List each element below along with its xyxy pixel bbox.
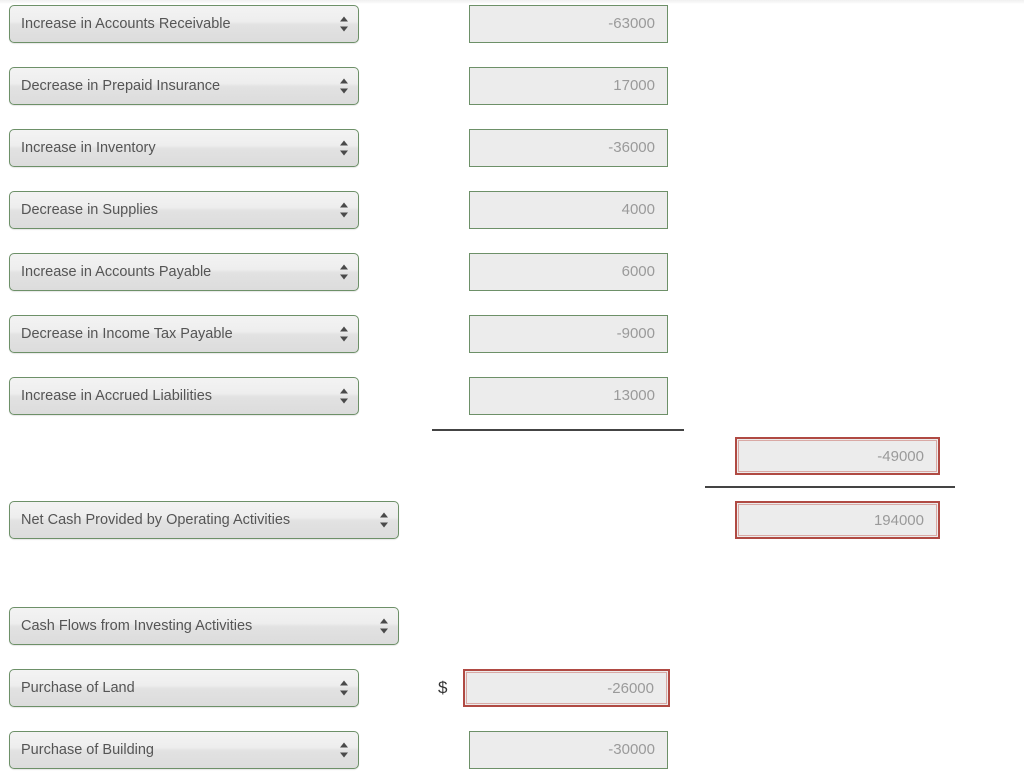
account-select-label: Increase in Inventory [21, 140, 156, 156]
adjustment-row: Increase in Accounts Payable 6000 [0, 253, 1024, 297]
net-cash-operating-select[interactable]: Net Cash Provided by Operating Activitie… [9, 501, 399, 539]
adjustments-total-input[interactable]: -49000 [735, 437, 940, 475]
account-select[interactable]: Decrease in Prepaid Insurance [9, 67, 359, 105]
currency-symbol: $ [438, 678, 448, 697]
account-select-label: Decrease in Income Tax Payable [21, 326, 233, 342]
account-select[interactable]: Increase in Accounts Payable [9, 253, 359, 291]
account-select-label: Purchase of Building [21, 742, 154, 758]
account-select[interactable]: Decrease in Supplies [9, 191, 359, 229]
investing-section-header-label: Cash Flows from Investing Activities [21, 618, 253, 634]
account-select-label: Increase in Accrued Liabilities [21, 388, 213, 404]
amount-input[interactable]: 17000 [469, 67, 668, 105]
amount-input[interactable]: 6000 [469, 253, 668, 291]
net-cash-rule [705, 486, 955, 488]
account-select[interactable]: Decrease in Income Tax Payable [9, 315, 359, 353]
updown-caret-icon [340, 140, 349, 157]
account-select[interactable]: Purchase of Land [9, 669, 359, 707]
account-select-label: Increase in Accounts Payable [21, 264, 212, 280]
account-select-label: Increase in Accounts Receivable [21, 16, 231, 32]
adjustments-subtotal-rule [432, 429, 684, 431]
account-select[interactable]: Increase in Accrued Liabilities [9, 377, 359, 415]
cash-flow-worksheet: Increase in Accounts Receivable -63000 D… [0, 0, 1024, 778]
investing-row: Purchase of Land $ -26000 [0, 669, 1024, 713]
updown-caret-icon [340, 680, 349, 697]
amount-input[interactable]: -63000 [469, 5, 668, 43]
net-cash-operating-label: Net Cash Provided by Operating Activitie… [21, 512, 291, 528]
adjustment-row: Increase in Inventory -36000 [0, 129, 1024, 173]
adjustment-row: Increase in Accounts Receivable -63000 [0, 5, 1024, 49]
investing-section-header-select[interactable]: Cash Flows from Investing Activities [9, 607, 399, 645]
account-select-label: Purchase of Land [21, 680, 135, 696]
amount-input[interactable]: -9000 [469, 315, 668, 353]
updown-caret-icon [340, 16, 349, 33]
amount-input[interactable]: -26000 [463, 669, 670, 707]
amount-input[interactable]: 13000 [469, 377, 668, 415]
investing-row: Purchase of Building -30000 [0, 731, 1024, 775]
adjustment-row: Decrease in Income Tax Payable -9000 [0, 315, 1024, 359]
account-select-label: Decrease in Prepaid Insurance [21, 78, 221, 94]
account-select[interactable]: Purchase of Building [9, 731, 359, 769]
account-select[interactable]: Increase in Inventory [9, 129, 359, 167]
updown-caret-icon [340, 78, 349, 95]
updown-caret-icon [380, 618, 389, 635]
account-select-label: Decrease in Supplies [21, 202, 159, 218]
updown-caret-icon [340, 326, 349, 343]
amount-input[interactable]: 4000 [469, 191, 668, 229]
adjustment-row: Increase in Accrued Liabilities 13000 [0, 377, 1024, 421]
adjustment-row: Decrease in Supplies 4000 [0, 191, 1024, 235]
updown-caret-icon [380, 512, 389, 529]
adjustment-row: Decrease in Prepaid Insurance 17000 [0, 67, 1024, 111]
amount-input[interactable]: -36000 [469, 129, 668, 167]
account-select[interactable]: Increase in Accounts Receivable [9, 5, 359, 43]
updown-caret-icon [340, 388, 349, 405]
updown-caret-icon [340, 742, 349, 759]
updown-caret-icon [340, 264, 349, 281]
amount-input[interactable]: -30000 [469, 731, 668, 769]
updown-caret-icon [340, 202, 349, 219]
page-top-edge [0, 0, 1024, 4]
net-cash-operating-input[interactable]: 194000 [735, 501, 940, 539]
